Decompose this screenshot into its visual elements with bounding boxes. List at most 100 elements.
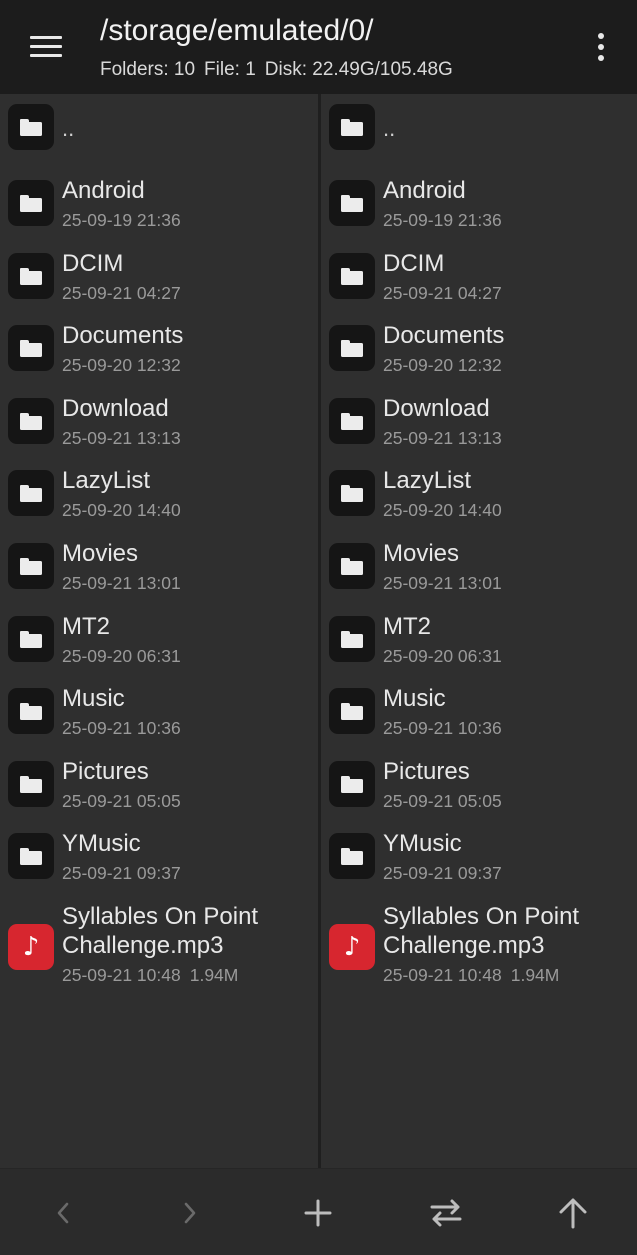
folder-date: 25-09-21 10:36 — [62, 718, 181, 739]
folder-icon — [329, 325, 375, 372]
folder-name: Documents — [383, 322, 505, 350]
folder-row-movies[interactable]: Movies 25-09-21 13:01 — [0, 539, 318, 611]
folder-name: Download — [62, 394, 169, 422]
folder-date: 25-09-19 21:36 — [62, 210, 181, 230]
folder-name: DCIM — [383, 249, 445, 277]
disk-usage: Disk: 22.49G/105.48G — [264, 59, 453, 80]
folder-row-mt2[interactable]: MT2 25-09-20 06:31 — [321, 612, 637, 684]
folder-name: YMusic — [383, 830, 462, 858]
hamburger-menu-icon[interactable] — [18, 24, 74, 70]
folder-name: Documents — [62, 322, 184, 350]
folder-icon — [329, 104, 375, 150]
folder-row-download[interactable]: Download 25-09-21 13:13 — [0, 394, 318, 466]
file-date: 25-09-21 10:48 — [62, 965, 181, 985]
folder-row-mt2[interactable]: MT2 25-09-20 06:31 — [0, 612, 318, 684]
folder-icon — [8, 760, 54, 807]
dual-pane-container: .. Android 25-09-19 21:36 DCIM 25-09-21 04:2… — [0, 94, 637, 1168]
folder-date: 25-09-21 09:37 — [383, 863, 502, 884]
folder-row-download[interactable]: Download 25-09-21 13:13 — [321, 394, 637, 466]
music-file-icon: ♪ — [8, 924, 54, 970]
parent-directory-label: .. — [383, 116, 396, 141]
folder-row-dcim[interactable]: DCIM 25-09-21 04:27 — [321, 249, 637, 321]
folder-date: 25-09-20 06:31 — [62, 645, 181, 666]
folder-row-android[interactable]: Android 25-09-19 21:36 — [0, 176, 318, 248]
folder-date: 25-09-20 14:40 — [62, 500, 181, 521]
folder-icon — [329, 615, 375, 662]
folder-name: Download — [383, 394, 490, 422]
folder-icon — [329, 543, 375, 589]
folder-date: 25-09-20 14:40 — [383, 500, 502, 521]
folder-row-dcim[interactable]: DCIM 25-09-21 04:27 — [0, 249, 318, 321]
folder-row-lazylist[interactable]: LazyList 25-09-20 14:40 — [0, 466, 318, 538]
folder-name: MT2 — [383, 612, 431, 640]
swap-arrows-icon[interactable] — [418, 1187, 474, 1239]
chevron-right-icon[interactable] — [162, 1187, 218, 1239]
parent-directory-row[interactable]: .. — [0, 104, 318, 176]
folder-row-movies[interactable]: Movies 25-09-21 13:01 — [321, 539, 637, 611]
folder-date: 25-09-21 10:36 — [383, 718, 502, 739]
file-date: 25-09-21 10:48 — [383, 965, 502, 985]
file-size: 1.94M — [510, 965, 560, 985]
file-row-mp3[interactable]: ♪ Syllables On Point Challenge.mp3 25-09-21… — [321, 902, 637, 998]
folder-icon — [8, 180, 54, 226]
folder-icon — [8, 325, 54, 372]
folder-icon — [329, 397, 375, 444]
folder-name: LazyList — [62, 467, 151, 495]
folder-row-lazylist[interactable]: LazyList 25-09-20 14:40 — [321, 466, 637, 538]
folder-date: 25-09-21 04:27 — [62, 282, 181, 303]
folder-date: 25-09-20 12:32 — [62, 355, 181, 376]
bottom-toolbar — [0, 1168, 637, 1255]
folder-icon — [8, 833, 54, 880]
folder-icon — [329, 833, 375, 880]
folder-date: 25-09-21 13:01 — [383, 573, 502, 593]
folder-date: 25-09-20 12:32 — [383, 355, 502, 376]
folder-row-ymusic[interactable]: YMusic 25-09-21 09:37 — [321, 829, 637, 901]
folder-row-android[interactable]: Android 25-09-19 21:36 — [321, 176, 637, 248]
folder-icon — [8, 397, 54, 444]
folder-icon — [8, 543, 54, 589]
folder-name: DCIM — [62, 249, 124, 277]
folder-icon — [329, 470, 375, 517]
folder-row-documents[interactable]: Documents 25-09-20 12:32 — [0, 321, 318, 393]
folder-name: Android — [62, 177, 145, 204]
more-vert-icon[interactable] — [585, 26, 617, 68]
file-manager-app: /storage/emulated/0/ Folders: 10 File: 1 D… — [0, 0, 637, 1255]
folder-row-music[interactable]: Music 25-09-21 10:36 — [0, 684, 318, 756]
folder-name: Pictures — [383, 757, 470, 785]
folder-row-documents[interactable]: Documents 25-09-20 12:32 — [321, 321, 637, 393]
folder-count: Folders: 10 — [100, 59, 196, 80]
file-row-mp3[interactable]: ♪ Syllables On Point Challenge.mp3 25-09-21… — [0, 902, 318, 998]
parent-directory-row[interactable]: .. — [321, 104, 637, 176]
file-count: File: 1 — [204, 59, 256, 80]
folder-name: MT2 — [62, 612, 110, 640]
music-file-icon: ♪ — [329, 924, 375, 970]
folder-icon — [329, 760, 375, 807]
folder-row-pictures[interactable]: Pictures 25-09-21 05:05 — [321, 757, 637, 829]
file-meta: 25-09-21 10:48 1.94M — [383, 965, 559, 986]
plus-icon[interactable] — [290, 1187, 346, 1239]
folder-icon — [8, 615, 54, 662]
folder-date: 25-09-21 13:13 — [62, 427, 181, 448]
folder-date: 25-09-20 06:31 — [383, 645, 502, 666]
folder-name: Movies — [62, 540, 139, 567]
folder-date: 25-09-21 13:01 — [62, 573, 181, 593]
folder-name: Pictures — [62, 757, 149, 785]
folder-row-music[interactable]: Music 25-09-21 10:36 — [321, 684, 637, 756]
right-file-pane[interactable]: .. Android 25-09-19 21:36 DCIM 25-09-21 04:2… — [321, 94, 637, 1168]
folder-row-ymusic[interactable]: YMusic 25-09-21 09:37 — [0, 829, 318, 901]
arrow-up-icon[interactable] — [545, 1187, 601, 1239]
folder-name: Movies — [383, 540, 460, 567]
left-file-pane[interactable]: .. Android 25-09-19 21:36 DCIM 25-09-21 04:2… — [0, 94, 321, 1168]
folder-name: Music — [383, 685, 446, 713]
top-app-bar: /storage/emulated/0/ Folders: 10 File: 1 D… — [0, 0, 637, 94]
folder-name: LazyList — [383, 467, 472, 495]
folder-name: Android — [383, 177, 466, 204]
folder-icon — [329, 180, 375, 226]
file-size: 1.94M — [189, 965, 239, 985]
chevron-left-icon[interactable] — [35, 1187, 91, 1239]
folder-date: 25-09-21 09:37 — [62, 863, 181, 884]
folder-name: YMusic — [62, 830, 141, 858]
folder-icon — [8, 252, 54, 299]
folder-row-pictures[interactable]: Pictures 25-09-21 05:05 — [0, 757, 318, 829]
current-path-title: /storage/emulated/0/ — [100, 14, 374, 47]
